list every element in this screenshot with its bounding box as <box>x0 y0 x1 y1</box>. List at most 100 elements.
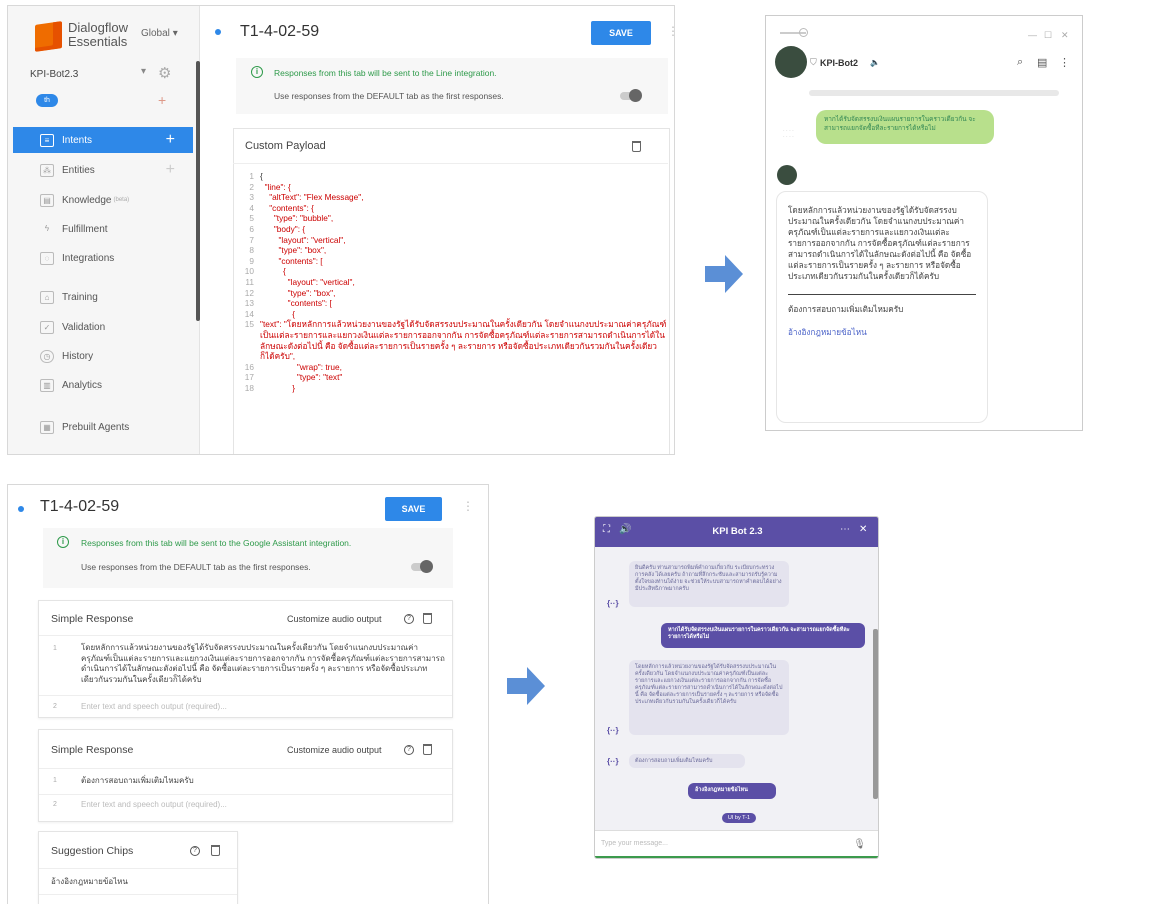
suggestion-chip[interactable]: อ้างอิงกฎหมายข้อไหน <box>688 783 776 799</box>
agent-dropdown-icon[interactable]: ▾ <box>141 66 146 77</box>
chat-icon: ≡ <box>40 133 54 147</box>
analytics-icon: ▥ <box>40 378 54 392</box>
delete-icon[interactable] <box>211 845 220 856</box>
code-line: 1{ <box>238 171 670 182</box>
delete-icon[interactable] <box>423 613 432 624</box>
save-button[interactable]: SAVE <box>591 21 651 45</box>
payload-code-editor[interactable]: 1{ 2 "line": { 3 "altText": "Flex Messag… <box>238 171 670 454</box>
arrow-right-icon <box>507 667 545 705</box>
integration-notice: Responses from this tab will be sent to … <box>81 538 352 548</box>
ui-by-badge: UI by T-1 <box>722 813 756 823</box>
line-number: 16 <box>244 361 254 372</box>
row-number: 2 <box>53 703 57 710</box>
delete-icon[interactable] <box>423 744 432 755</box>
suggestion-chip[interactable]: อ้างอิงกฎหมายข้อไหน <box>51 877 128 888</box>
add-intent-icon[interactable]: + <box>166 131 175 149</box>
line-number: 2 <box>249 181 254 192</box>
kpi-bot-widget: ⛶ 🔊 KPI Bot 2.3 ⋯ ✕ ยินดีครับ ท่านสามารถ… <box>594 516 879 859</box>
response-input-placeholder[interactable]: Enter text and speech output (required).… <box>81 702 227 713</box>
more-horiz-icon[interactable]: ⋯ <box>840 524 850 535</box>
delete-icon[interactable] <box>632 141 641 152</box>
message-input[interactable]: Type your message... 🎙 <box>595 830 878 858</box>
microphone-icon[interactable]: 🎙 <box>853 839 866 850</box>
add-entity-icon[interactable]: + <box>166 161 175 179</box>
code-line: 9 "contents": [ <box>238 256 670 267</box>
sidebar-item-label: Fulfillment <box>62 223 108 235</box>
more-vert-icon[interactable]: ⋮ <box>1059 56 1070 69</box>
bolt-icon: ϟ <box>44 223 50 233</box>
agent-name[interactable]: KPI-Bot2.3 <box>30 69 78 80</box>
sidebar-item-analytics[interactable]: ▥ Analytics <box>13 372 193 398</box>
intent-status-dot <box>18 506 24 512</box>
save-button[interactable]: SAVE <box>385 497 442 521</box>
gear-icon[interactable]: ⚙ <box>158 64 171 82</box>
more-vert-icon[interactable]: ⋮ <box>667 24 674 38</box>
mute-icon[interactable]: 🔈 <box>870 58 880 67</box>
avatar[interactable] <box>775 46 807 78</box>
help-icon[interactable]: ? <box>404 614 414 624</box>
bot-answer-text: โดยหลักการแล้วหน่วยงานของรัฐได้รับจัดสรร… <box>788 206 972 281</box>
code-line: 13 "contents": [ <box>238 298 670 309</box>
code-line: 4 "contents": { <box>238 203 670 214</box>
sidebar-item-prebuilt-agents[interactable]: ▦ Prebuilt Agents <box>13 414 193 440</box>
sidebar-item-integrations[interactable]: ◌ Integrations <box>13 245 193 271</box>
line-number: 12 <box>244 287 254 298</box>
code-text: "body": { <box>260 223 306 234</box>
sidebar-item-validation[interactable]: ✓ Validation <box>13 314 193 340</box>
help-icon[interactable]: ? <box>190 846 200 856</box>
pin-icon[interactable] <box>799 28 808 37</box>
divider <box>233 163 668 164</box>
use-default-toggle[interactable] <box>620 89 642 102</box>
response-text-2[interactable]: ต้องการสอบถามเพิ่มเติมไหมครับ <box>81 776 194 787</box>
more-vert-icon[interactable]: ⋮ <box>462 499 474 513</box>
maximize-icon[interactable]: ☐ <box>1044 30 1052 41</box>
use-default-toggle[interactable] <box>411 560 433 573</box>
notes-icon[interactable]: ▤ <box>1037 56 1047 69</box>
region-selector[interactable]: Global ▾ <box>141 28 178 39</box>
code-line: 17 "type": "text" <box>238 372 670 383</box>
sidebar-item-fulfillment[interactable]: ϟ Fulfillment <box>13 216 193 242</box>
widget-header: ⛶ 🔊 KPI Bot 2.3 ⋯ ✕ <box>595 517 878 547</box>
line-number: 5 <box>249 213 254 224</box>
integration-notice: Responses from this tab will be sent to … <box>274 68 497 78</box>
customize-audio-link[interactable]: Customize audio output <box>287 745 382 755</box>
close-icon[interactable]: ✕ <box>859 524 867 535</box>
code-text: "layout": "vertical", <box>260 276 355 287</box>
line-number: 9 <box>249 255 254 266</box>
chat-scrollbar[interactable] <box>873 629 878 799</box>
divider <box>39 768 452 769</box>
sidebar-item-intents[interactable]: ≡ Intents + <box>13 127 193 153</box>
suggestion-link[interactable]: อ้างอิงกฎหมายข้อไหน <box>788 327 976 338</box>
code-line: 10 { <box>238 266 670 277</box>
code-text: "wrap": true, <box>260 361 342 372</box>
sidebar-item-knowledge[interactable]: ▤ Knowledge (beta) <box>13 187 193 213</box>
line-number: 3 <box>249 192 254 203</box>
divider <box>39 794 452 795</box>
search-icon[interactable]: ⌕ <box>1017 56 1023 69</box>
code-text: "contents": [ <box>260 255 323 266</box>
intent-title[interactable]: T1-4-02-59 <box>40 498 119 516</box>
sidebar-item-entities[interactable]: ⁂ Entities + <box>13 157 193 183</box>
sidebar-item-history[interactable]: ◷ History <box>13 343 193 369</box>
response-input-placeholder[interactable]: Enter text and speech output (required).… <box>81 800 227 811</box>
close-icon[interactable]: ✕ <box>1061 30 1069 41</box>
language-pill[interactable]: th <box>36 94 58 107</box>
sidebar-item-label: Analytics <box>62 379 103 391</box>
sidebar-item-label: History <box>62 350 94 362</box>
customize-audio-link[interactable]: Customize audio output <box>287 614 382 624</box>
add-language-icon[interactable]: + <box>158 92 166 108</box>
sidebar-item-training[interactable]: ⌂ Training <box>13 284 193 310</box>
intent-title[interactable]: T1-4-02-59 <box>240 23 319 41</box>
use-default-label: Use responses from the DEFAULT tab as th… <box>81 562 311 572</box>
bot-avatar <box>777 165 797 185</box>
help-icon[interactable]: ? <box>404 745 414 755</box>
code-text: "altText": "Flex Message", <box>260 192 364 203</box>
row-number: 1 <box>53 777 57 784</box>
sidebar-scrollbar[interactable] <box>196 61 200 321</box>
read-status: · · · · · · · · <box>783 128 794 140</box>
blurred-message <box>809 90 1059 96</box>
response-text-1[interactable]: โดยหลักการแล้วหน่วยงานของรัฐได้รับจัดสรร… <box>81 643 446 685</box>
row-number: 2 <box>53 801 57 808</box>
minimize-icon[interactable]: — <box>1028 30 1037 40</box>
arrow-right-icon <box>705 255 743 293</box>
